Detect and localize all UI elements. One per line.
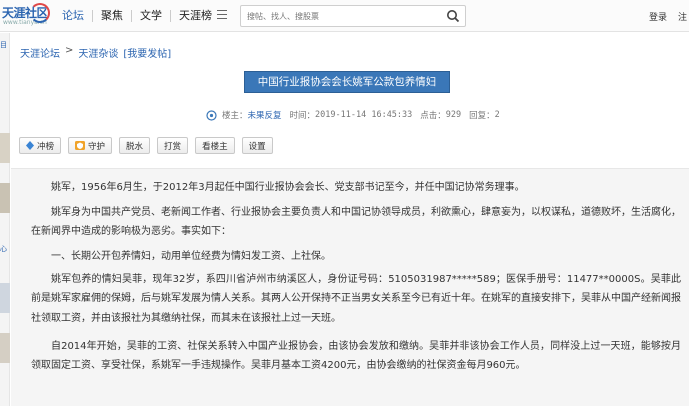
search-box xyxy=(240,5,466,27)
view-op-only-label: 看楼主 xyxy=(202,141,228,152)
login-link[interactable]: 登录 xyxy=(649,10,667,23)
search-icon[interactable] xyxy=(446,9,460,23)
register-link[interactable]: 注 xyxy=(678,10,687,23)
click-count: 929 xyxy=(445,110,462,120)
dehydrate-button[interactable]: 脱水 xyxy=(119,137,151,154)
guard-label: 守护 xyxy=(88,141,106,152)
logo-swirl-icon xyxy=(30,3,50,23)
content-paragraph: 姚军包养的情妇吴菲，现年32岁，系四川省泸州市纳溪区人，身份证号码：510503… xyxy=(31,274,681,324)
time-label: 时间： xyxy=(289,111,316,121)
nav-link-ranking[interactable]: 天涯榜 xyxy=(170,10,220,22)
settings-label: 设置 xyxy=(248,141,266,152)
rank-up-button[interactable]: 冲榜 xyxy=(19,137,62,154)
shield-icon xyxy=(75,141,86,150)
post-meta: 楼主： 未果反复 时间： 2019-11-14 16:45:33 点击： 929… xyxy=(206,109,500,121)
sidebar-thumbnail[interactable] xyxy=(0,333,10,363)
breadcrumb-forum[interactable]: 天涯论坛 xyxy=(20,45,60,60)
dehydrate-label: 脱水 xyxy=(126,141,144,152)
rank-up-label: 冲榜 xyxy=(37,141,55,152)
breadcrumb-board[interactable]: 天涯杂谈 xyxy=(78,45,118,60)
nav-link-literature[interactable]: 文学 xyxy=(131,10,170,22)
content-paragraph: 自2014年开始，吴菲的工资、社保关系转入中国产业报协会，由该协会发放和缴纳。吴… xyxy=(31,341,681,372)
left-sidebar-stub: 目 心 xyxy=(0,33,10,406)
post-title: 中国行业报协会会长姚军公款包养情妇 xyxy=(244,71,450,93)
replies-label: 回复： xyxy=(469,111,495,121)
diamond-icon xyxy=(26,141,34,150)
content-paragraph: 一、长期公开包养情妇，动用单位经费为情妇发工资、上社保。 xyxy=(51,251,331,262)
site-logo[interactable]: 天涯社区 www.tianya.cn xyxy=(0,3,54,29)
post-content: 姚军，1956年6月生，于2012年3月起任中国行业报协会会长、党支部书记至今，… xyxy=(11,168,689,406)
sidebar-thumbnail[interactable] xyxy=(0,133,10,163)
sidebar-tab[interactable]: 心 xyxy=(0,245,10,254)
content-paragraph: 姚军身为中国共产党员、老新闻工作者、行业报协会主要负责人和中国记协领导成员，利欲… xyxy=(31,207,681,238)
settings-button[interactable]: 设置 xyxy=(241,137,273,154)
search-input[interactable] xyxy=(247,9,437,23)
nav-link-focus[interactable]: 聚焦 xyxy=(92,10,131,22)
new-post-link[interactable]: [我要发帖] xyxy=(123,45,171,60)
nav-link-forum[interactable]: 论坛 xyxy=(62,10,92,22)
tip-label: 打赏 xyxy=(164,141,182,152)
author-label: 楼主： xyxy=(222,111,248,121)
post-actions: 冲榜 守护 脱水 打赏 看楼主 设置 xyxy=(19,137,273,154)
tip-button[interactable]: 打赏 xyxy=(157,137,189,154)
reply-count: 2 xyxy=(494,110,500,120)
top-nav-bar: 天涯社区 www.tianya.cn 论坛 聚焦 文学 天涯榜 登录 注 xyxy=(0,0,689,32)
breadcrumb: 天涯论坛 > 天涯杂谈 [我要发帖] xyxy=(20,45,171,60)
post-time: 2019-11-14 16:45:33 xyxy=(315,110,413,120)
menu-icon[interactable] xyxy=(217,10,227,20)
sidebar-thumbnail[interactable] xyxy=(0,183,10,213)
author-name[interactable]: 未果反复 xyxy=(248,109,282,121)
content-paragraph: 姚军，1956年6月生，于2012年3月起任中国行业报协会会长、党支部书记至今，… xyxy=(51,182,525,193)
author-icon xyxy=(206,109,217,121)
clicks-label: 点击： xyxy=(420,111,446,121)
sidebar-thumbnail[interactable] xyxy=(0,283,10,313)
breadcrumb-separator: > xyxy=(65,45,74,56)
guard-button[interactable]: 守护 xyxy=(68,137,113,154)
view-op-only-button[interactable]: 看楼主 xyxy=(195,137,235,154)
sidebar-tab[interactable]: 目 xyxy=(0,41,10,50)
main-nav: 论坛 聚焦 文学 天涯榜 xyxy=(62,8,220,24)
